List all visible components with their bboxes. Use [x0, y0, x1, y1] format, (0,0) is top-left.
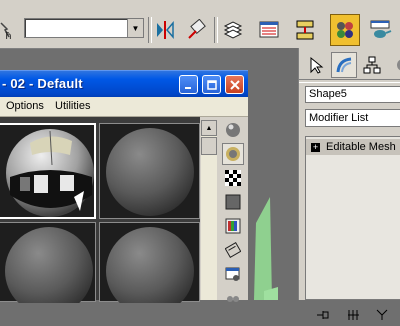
tab-divider: [299, 79, 400, 83]
title-bar[interactable]: - 02 - Default: [0, 70, 248, 98]
svg-text:ħ: ħ: [5, 31, 12, 41]
show-end-result-icon[interactable]: [343, 306, 365, 324]
menu-options[interactable]: Options: [6, 100, 44, 112]
close-icon: [229, 79, 240, 90]
standard-sphere: [106, 227, 194, 315]
sample-slots: [0, 117, 200, 315]
material-editor-icon[interactable]: [330, 14, 360, 46]
make-preview-icon[interactable]: [222, 239, 244, 261]
hierarchy-tab[interactable]: [359, 52, 385, 78]
menu-bar: Options Utilities: [0, 97, 248, 117]
hierarchy-icon: [363, 56, 381, 74]
create-icon: [310, 56, 324, 74]
motion-icon: [397, 59, 400, 71]
viewport[interactable]: [240, 48, 298, 300]
sample-slot-3[interactable]: [0, 222, 96, 315]
checker-background-icon[interactable]: [222, 167, 244, 189]
standard-sphere: [106, 128, 194, 216]
expand-icon[interactable]: +: [311, 142, 320, 152]
mirror-icon[interactable]: [152, 16, 178, 44]
object-name-field[interactable]: Shape5: [305, 86, 400, 103]
scroll-thumb[interactable]: [201, 137, 217, 155]
modify-icon: [336, 57, 352, 73]
toolbar-separator: [214, 17, 218, 43]
maximize-button[interactable]: [202, 75, 221, 94]
reflective-sphere: [6, 129, 94, 217]
sample-uv-tiling-icon[interactable]: [222, 191, 244, 213]
slots-scrollbar[interactable]: ▲: [201, 120, 217, 300]
main-toolbar: ħ ▼: [0, 0, 400, 49]
window-title: - 02 - Default: [2, 76, 83, 91]
make-unique-icon[interactable]: [371, 306, 393, 324]
modifier-list-dropdown[interactable]: Modifier List: [305, 109, 400, 127]
menu-utilities[interactable]: Utilities: [55, 100, 90, 112]
stack-buttons: [305, 304, 400, 326]
chevron-down-icon[interactable]: ▼: [127, 19, 143, 37]
named-selection-dropdown[interactable]: ▼: [24, 18, 144, 38]
options-icon[interactable]: [222, 263, 244, 285]
viewport-geometry: [254, 197, 278, 300]
stack-item-label: Editable Mesh: [326, 141, 396, 153]
standard-sphere: [5, 227, 93, 315]
motion-tab[interactable]: [387, 52, 400, 78]
video-color-check-icon[interactable]: [222, 215, 244, 237]
scroll-up-icon[interactable]: ▲: [201, 120, 217, 136]
create-tab[interactable]: [303, 52, 329, 78]
maximize-icon: [206, 79, 217, 90]
align-icon[interactable]: [184, 16, 210, 44]
minimize-button[interactable]: [179, 75, 198, 94]
side-toolbar: [219, 117, 248, 302]
stack-item-editable-mesh[interactable]: + Editable Mesh: [306, 139, 400, 155]
modifier-stack: + Editable Mesh: [305, 136, 400, 300]
minimize-icon: [184, 86, 191, 89]
render-teapot-icon[interactable]: [368, 16, 394, 44]
layer-manager-icon[interactable]: [220, 16, 246, 44]
sample-slot-1[interactable]: [0, 123, 96, 219]
backlight-icon[interactable]: [222, 143, 244, 165]
pin-stack-icon[interactable]: [313, 306, 335, 324]
sample-slot-4[interactable]: [99, 222, 200, 315]
command-panel: Shape5 Modifier List + Editable Mesh: [298, 48, 400, 320]
curve-editor-icon[interactable]: [256, 16, 282, 44]
material-editor-window: - 02 - Default Options Utilities ▲: [0, 70, 248, 315]
sample-slot-2[interactable]: [99, 123, 200, 219]
modify-tab[interactable]: [331, 52, 357, 78]
select-and-link-icon[interactable]: ħ: [0, 16, 22, 44]
sample-sphere-icon[interactable]: [222, 119, 244, 141]
close-button[interactable]: [225, 75, 244, 94]
schematic-view-icon[interactable]: [292, 16, 318, 44]
select-by-material-icon[interactable]: [222, 287, 244, 309]
